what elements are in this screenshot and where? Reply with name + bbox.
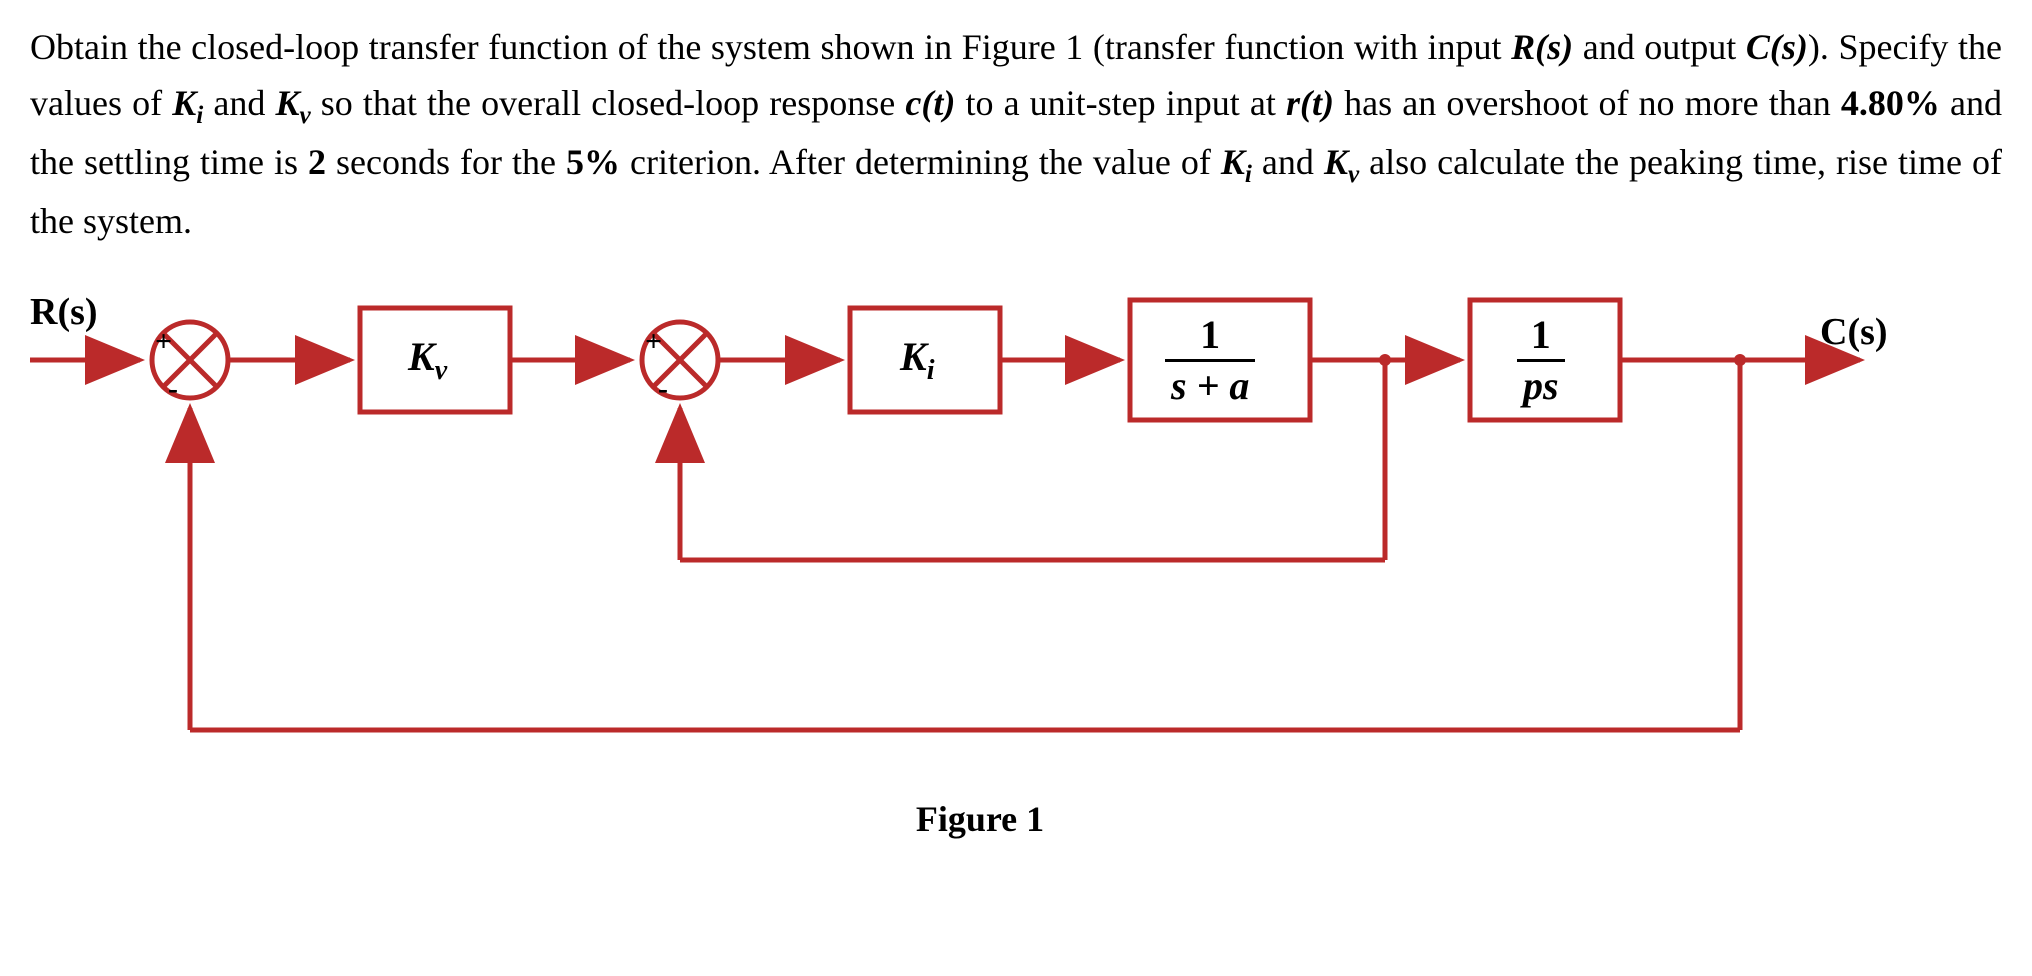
- settling-time-value: 2: [308, 142, 326, 182]
- diagram-svg: [30, 280, 1930, 840]
- problem-statement: Obtain the closed-loop transfer function…: [30, 20, 2002, 250]
- text: and: [1252, 142, 1324, 182]
- sum2-minus: -: [658, 372, 668, 406]
- input-label: R(s): [30, 290, 98, 334]
- var-Ki2: K: [1221, 142, 1245, 182]
- var-Kv: K: [275, 83, 299, 123]
- output-label: C(s): [1820, 310, 1888, 354]
- var-rt: r(t): [1286, 83, 1334, 123]
- var-Ki: K: [172, 83, 196, 123]
- sub: i: [1245, 161, 1252, 188]
- sub: v: [299, 102, 310, 129]
- sub: v: [1348, 161, 1359, 188]
- block-Ki-label: Ki: [900, 333, 934, 387]
- overshoot-value: 4.80%: [1841, 83, 1940, 123]
- sum2-plus: +: [645, 325, 662, 359]
- figure-caption: Figure 1: [30, 798, 1930, 840]
- text: criterion. After determining the value o…: [620, 142, 1221, 182]
- sum1-plus: +: [155, 325, 172, 359]
- block-3-label: 1 s + a: [1165, 311, 1255, 406]
- text: has an overshoot of no more than: [1334, 83, 1841, 123]
- text: and: [203, 83, 275, 123]
- var-Rs: R(s): [1511, 27, 1573, 67]
- var-ct: c(t): [905, 83, 955, 123]
- text: Obtain the closed-loop transfer function…: [30, 27, 1511, 67]
- sum1-minus: -: [168, 372, 178, 406]
- criterion-value: 5%: [566, 142, 620, 182]
- block-diagram: R(s) C(s) + - + - Kv Ki 1 s + a 1 ps Fig…: [30, 280, 1930, 840]
- text: so that the overall closed-loop response: [311, 83, 906, 123]
- block-Kv-label: Kv: [408, 333, 447, 387]
- text: and output: [1573, 27, 1746, 67]
- var-Kv2: K: [1324, 142, 1348, 182]
- text: to a unit-step input at: [955, 83, 1286, 123]
- text: seconds for the: [326, 142, 566, 182]
- block-4-label: 1 ps: [1517, 311, 1565, 406]
- var-Cs: C(s): [1746, 27, 1808, 67]
